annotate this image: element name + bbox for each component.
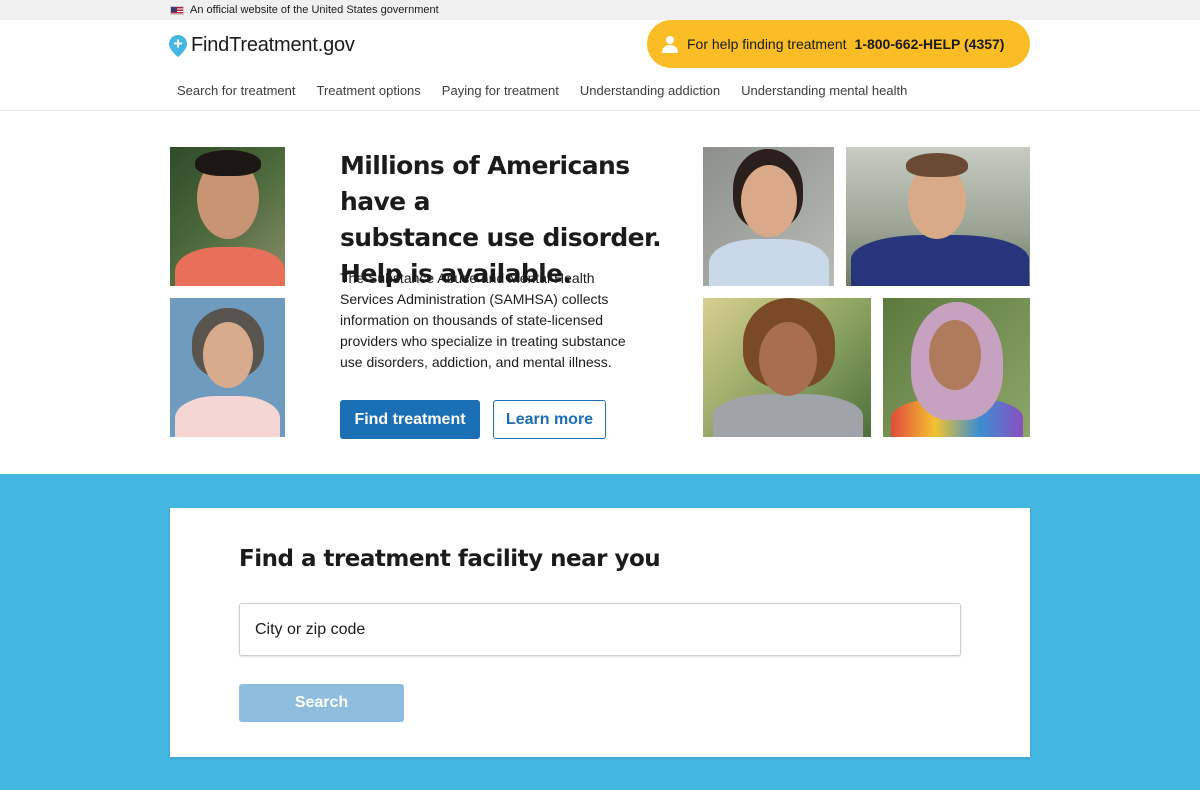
- nav-item-treatment-options[interactable]: Treatment options: [317, 83, 421, 98]
- find-treatment-button[interactable]: Find treatment: [340, 400, 480, 439]
- gov-banner-text: An official website of the United States…: [190, 4, 439, 16]
- map-pin-plus-icon: [169, 34, 187, 57]
- location-search-input[interactable]: [239, 603, 961, 656]
- portrait-photo-woman-pink-hair: [883, 298, 1030, 437]
- portrait-photo-man-orange-shirt: [170, 147, 285, 286]
- person-icon: [662, 36, 678, 53]
- site-logo[interactable]: FindTreatment.gov: [169, 34, 355, 57]
- portrait-photo-woman-curly-hair-hoodie: [703, 298, 871, 437]
- nav-item-understanding-mental-health[interactable]: Understanding mental health: [741, 83, 907, 98]
- learn-more-button[interactable]: Learn more: [493, 400, 606, 439]
- search-title: Find a treatment facility near you: [239, 546, 661, 572]
- helpline-banner[interactable]: For help finding treatment 1-800-662-HEL…: [647, 20, 1030, 68]
- nav-item-paying-for-treatment[interactable]: Paying for treatment: [442, 83, 559, 98]
- search-card: Find a treatment facility near you Searc…: [170, 508, 1030, 757]
- main-nav: Search for treatment Treatment options P…: [177, 83, 907, 98]
- hero-section: Millions of Americans have a substance u…: [0, 112, 1200, 474]
- logo-text: FindTreatment.gov: [191, 34, 355, 56]
- gov-banner: An official website of the United States…: [0, 0, 1200, 20]
- hero-description: The Substance Abuse and Mental Health Se…: [340, 270, 626, 370]
- search-section: Find a treatment facility near you Searc…: [0, 474, 1200, 790]
- portrait-photo-woman-blue-wall: [170, 298, 285, 437]
- portrait-photo-man-football-jersey: [846, 147, 1030, 286]
- nav-item-search-for-treatment[interactable]: Search for treatment: [177, 83, 296, 98]
- helpline-prefix: For help finding treatment: [687, 36, 847, 52]
- gov-banner-content: An official website of the United States…: [170, 4, 439, 16]
- search-button[interactable]: Search: [239, 684, 404, 722]
- site-header: FindTreatment.gov For help finding treat…: [0, 20, 1200, 111]
- us-flag-icon: [170, 5, 184, 15]
- nav-item-understanding-addiction[interactable]: Understanding addiction: [580, 83, 720, 98]
- helpline-number[interactable]: 1-800-662-HELP (4357): [855, 36, 1005, 52]
- portrait-photo-woman-striped-shirt: [703, 147, 834, 286]
